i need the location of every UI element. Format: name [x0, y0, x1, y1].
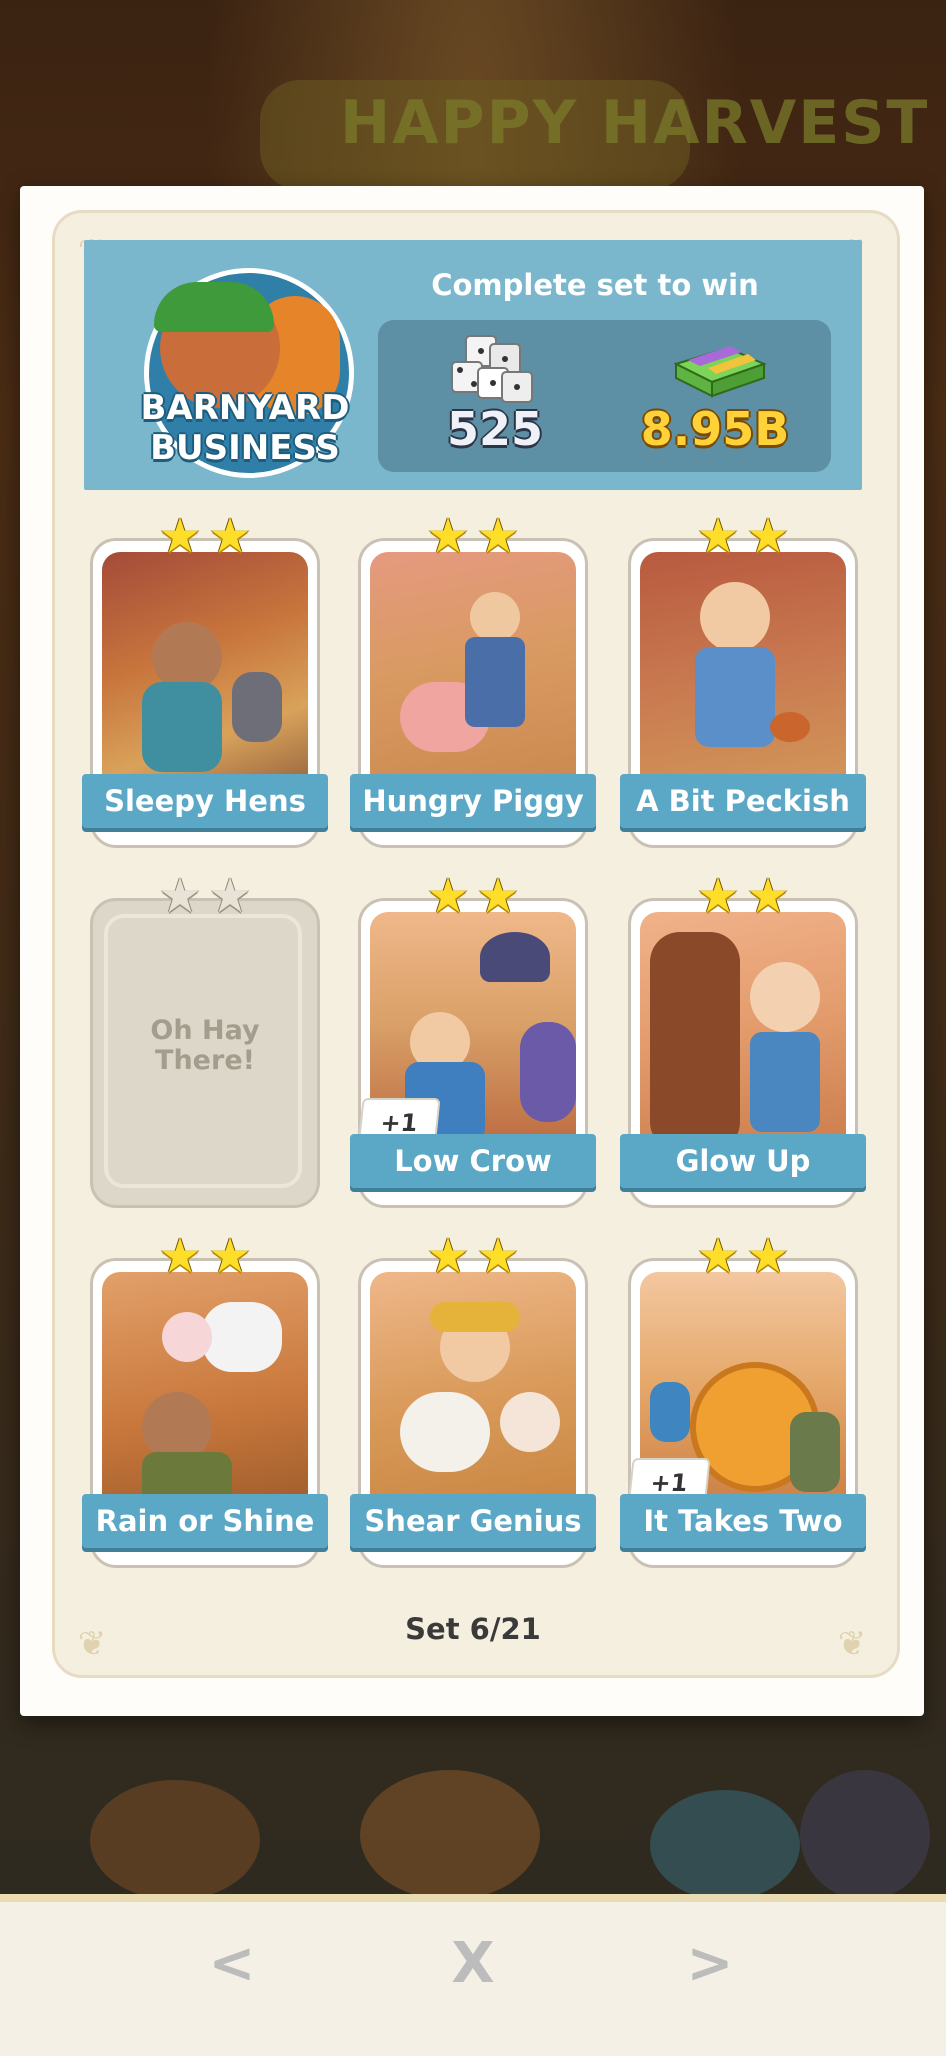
star-icon: ★	[746, 508, 790, 564]
sticker-card[interactable]: ★ ★ Sleepy Hens	[82, 512, 328, 848]
star-rating: ★ ★	[695, 868, 795, 924]
sticker-art	[370, 1272, 576, 1522]
close-icon[interactable]: X	[433, 1924, 513, 2004]
farmer-hat-icon	[154, 282, 274, 332]
star-rating: ★ ★	[695, 1228, 795, 1284]
sticker-card[interactable]: ★ ★ Shear Genius	[350, 1232, 596, 1568]
star-icon: ★	[746, 1228, 790, 1284]
sticker-name: Shear Genius	[350, 1494, 596, 1548]
chevron-right-icon[interactable]: >	[670, 1924, 750, 2004]
sticker-name: A Bit Peckish	[620, 774, 866, 828]
background-character	[360, 1770, 540, 1900]
sticker-card[interactable]: ★ ★ A Bit Peckish	[620, 512, 866, 848]
sticker-art	[370, 552, 576, 802]
star-icon: ★	[696, 1228, 740, 1284]
star-icon: ★	[746, 868, 790, 924]
album-title-line1: BARNYARD	[140, 388, 350, 428]
star-icon: ★	[696, 508, 740, 564]
album-logo: BARNYARD BUSINESS	[140, 268, 354, 478]
sticker-name: Rain or Shine	[82, 1494, 328, 1548]
sticker-name: It Takes Two	[620, 1494, 866, 1548]
missing-sticker-name-line2: There!	[155, 1045, 255, 1076]
sticker-art	[102, 552, 308, 802]
reward-dice-amount: 525	[446, 402, 544, 456]
star-rating: ★ ★	[425, 1228, 525, 1284]
star-rating: ★ ★	[157, 868, 257, 924]
star-icon: ★	[158, 508, 202, 564]
sticker-name: Sleepy Hens	[82, 774, 328, 828]
star-icon: ★	[696, 868, 740, 924]
star-rating: ★ ★	[157, 508, 257, 564]
sticker-name: Hungry Piggy	[350, 774, 596, 828]
star-icon: ★	[158, 1228, 202, 1284]
cash-stack-icon	[673, 346, 767, 398]
sticker-card-missing[interactable]: ★ ★ Oh Hay There!	[90, 872, 320, 1208]
set-progress-label: Set 6/21	[405, 1612, 541, 1646]
star-icon: ★	[476, 868, 520, 924]
background-button	[800, 1770, 930, 1900]
sticker-art	[102, 1272, 308, 1522]
sticker-card[interactable]: ★ ★ +1 Low Crow	[350, 872, 596, 1208]
sticker-card[interactable]: ★ ★ +1 It Takes Two	[620, 1232, 866, 1568]
star-rating: ★ ★	[425, 868, 525, 924]
missing-sticker-name-line1: Oh Hay	[150, 1015, 260, 1046]
reward-cash-amount: 8.95B	[640, 402, 790, 456]
sticker-art	[640, 912, 846, 1162]
sticker-card[interactable]: ★ ★ Rain or Shine	[82, 1232, 328, 1568]
sticker-name: Low Crow	[350, 1134, 596, 1188]
star-icon: ★	[476, 1228, 520, 1284]
star-icon: ★	[208, 868, 252, 924]
complete-set-label: Complete set to win	[431, 268, 759, 302]
star-icon: ★	[426, 508, 470, 564]
background-character	[650, 1790, 800, 1900]
missing-sticker-name: Oh Hay There!	[90, 1016, 320, 1076]
album-title: BARNYARD BUSINESS	[140, 388, 350, 468]
star-rating: ★ ★	[157, 1228, 257, 1284]
sticker-art	[640, 552, 846, 802]
star-icon: ★	[476, 508, 520, 564]
star-rating: ★ ★	[425, 508, 525, 564]
background-event-title: HAPPY HARVEST	[340, 88, 930, 158]
star-icon: ★	[208, 1228, 252, 1284]
album-title-line2: BUSINESS	[150, 428, 340, 468]
star-icon: ★	[208, 508, 252, 564]
sticker-name: Glow Up	[620, 1134, 866, 1188]
dice-icon	[451, 335, 533, 403]
star-icon: ★	[426, 868, 470, 924]
star-rating: ★ ★	[695, 508, 795, 564]
sticker-card[interactable]: ★ ★ Glow Up	[620, 872, 866, 1208]
star-icon: ★	[158, 868, 202, 924]
sticker-card[interactable]: ★ ★ Hungry Piggy	[350, 512, 596, 848]
chevron-left-icon[interactable]: <	[192, 1924, 272, 2004]
background-character	[90, 1780, 260, 1900]
star-icon: ★	[426, 1228, 470, 1284]
